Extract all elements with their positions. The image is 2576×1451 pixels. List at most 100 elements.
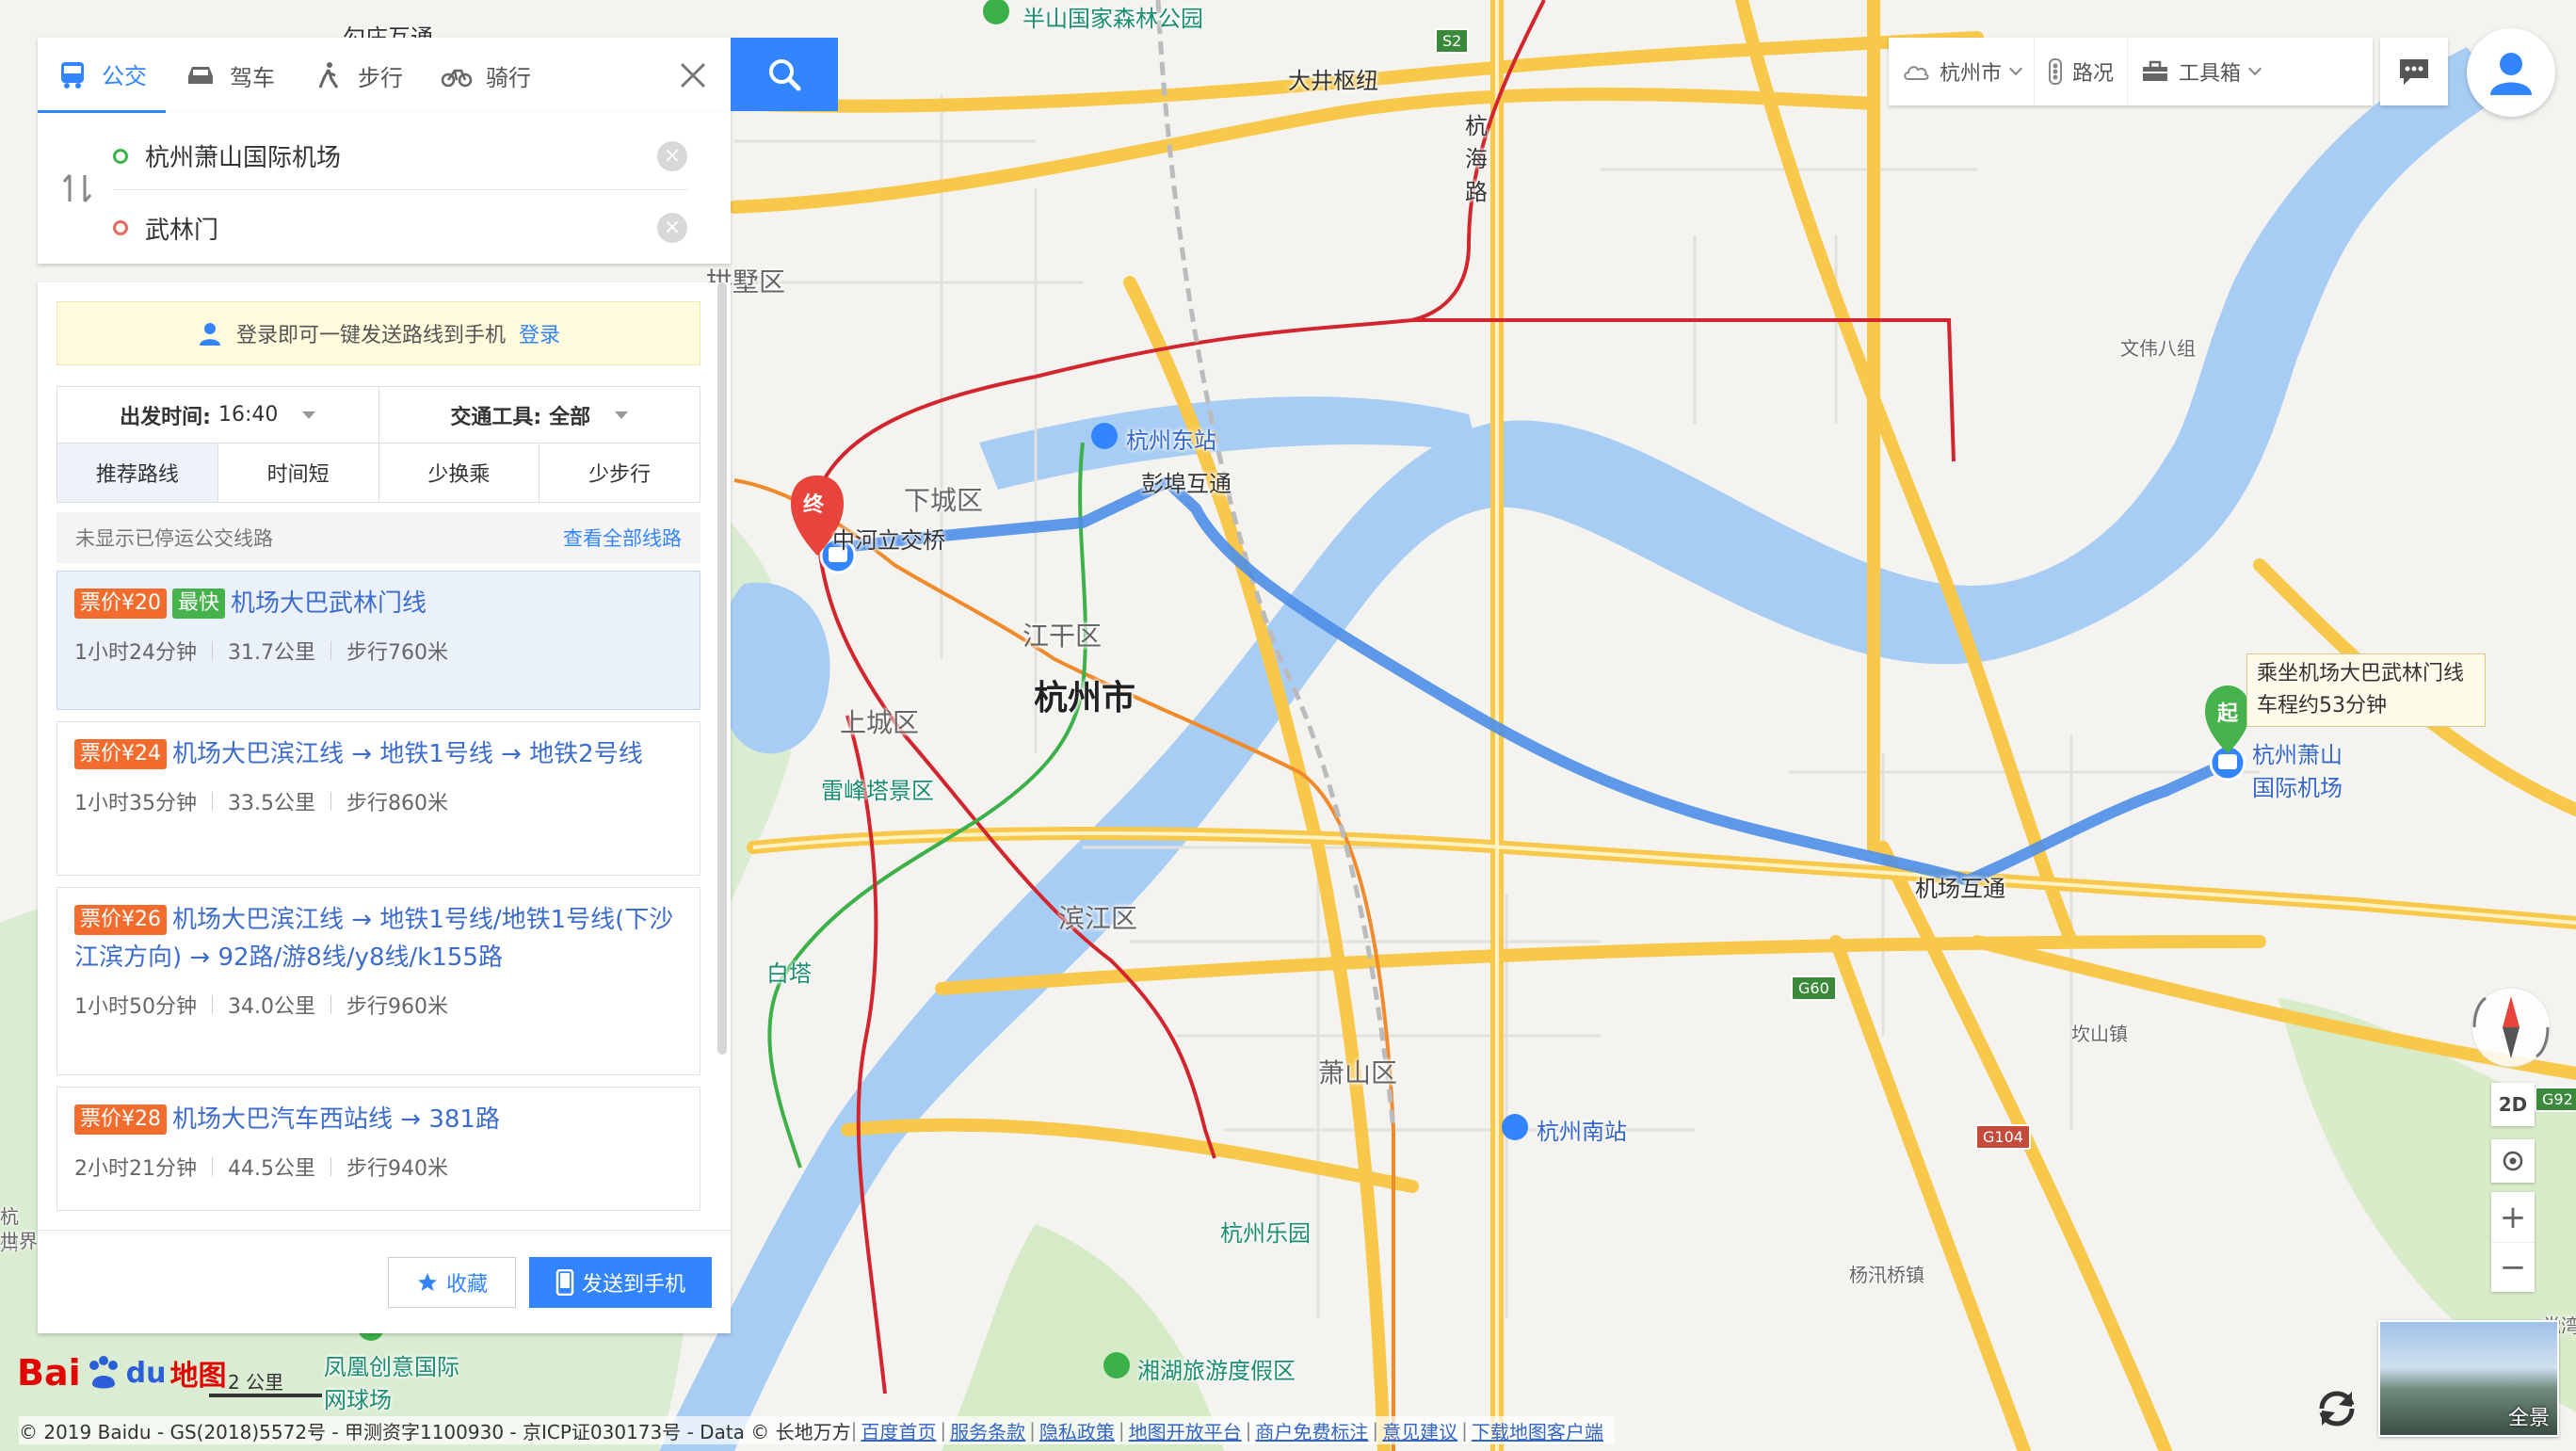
route-distance: 33.5公里	[228, 792, 315, 815]
city-selector[interactable]: 杭州市	[1889, 38, 2034, 105]
avatar[interactable]	[2467, 28, 2555, 117]
tab-bus[interactable]: 公交	[38, 38, 166, 113]
poi-label: 杭州乐园	[1220, 1220, 1311, 1247]
swap-icon[interactable]	[58, 169, 96, 207]
tab-label: 驾车	[230, 64, 275, 91]
start-input[interactable]: 杭州萧山国际机场 ×	[113, 122, 687, 190]
chat-icon	[2400, 59, 2428, 85]
baidu-logo[interactable]: Bai du 地图	[17, 1352, 226, 1394]
refresh-icon[interactable]	[2310, 1382, 2363, 1435]
route-distance: 34.0公里	[228, 995, 315, 1019]
station-icon-east	[1091, 423, 1118, 449]
sort-tab-recommended[interactable]: 推荐路线	[57, 443, 217, 502]
logo-du: du	[125, 1356, 167, 1390]
login-tip: 登录即可一键发送路线到手机 登录	[56, 301, 700, 365]
route-walk: 步行860米	[346, 792, 448, 815]
route-option[interactable]: 票价¥28 机场大巴汽车西站线 → 381路 2小时21分钟 44.5公里 步行940…	[56, 1087, 700, 1211]
zoom-in-button[interactable]: +	[2491, 1192, 2535, 1242]
close-icon[interactable]	[674, 56, 712, 94]
tab-walk[interactable]: 步行	[294, 38, 422, 113]
footer-link[interactable]: 隐私政策	[1039, 1417, 1115, 1444]
road-label: 大井枢纽	[1288, 68, 1378, 94]
poi-label: 杭州南站	[1537, 1119, 1627, 1145]
copyright-text: © 2019 Baidu - GS(2018)5572号 - 甲测资字11009…	[19, 1420, 851, 1443]
tab-label: 骑行	[486, 64, 531, 91]
favorite-button[interactable]: 收藏	[388, 1257, 516, 1308]
poi-label: 杭州东站	[1126, 427, 1216, 454]
results-panel: 登录即可一键发送路线到手机 登录 出发时间: 16:40 交通工具: 全部 推荐…	[38, 282, 731, 1333]
route-option[interactable]: 票价¥20 最快 机场大巴武林门线 1小时24分钟 31.7公里 步行760米	[56, 571, 700, 710]
route-walk: 步行940米	[346, 1157, 448, 1181]
panorama-thumbnail[interactable]: 全景	[2378, 1320, 2559, 1437]
sort-tab-fewest-transfers[interactable]: 少换乘	[378, 443, 539, 502]
stopped-lines-bar: 未显示已停运公交线路 查看全部线路	[56, 512, 700, 563]
search-button[interactable]	[731, 38, 838, 111]
footer-link[interactable]: 地图开放平台	[1129, 1417, 1242, 1444]
phone-icon	[555, 1269, 574, 1296]
toolbox-button[interactable]: 工具箱	[2127, 38, 2273, 105]
stopped-text: 未显示已停运公交线路	[75, 527, 273, 550]
city-label: 杭州市	[1034, 679, 1136, 717]
message-button[interactable]	[2380, 38, 2448, 105]
send-label: 发送到手机	[581, 1273, 685, 1297]
footer-link[interactable]: 百度首页	[861, 1417, 936, 1444]
cloud-icon	[1904, 66, 1929, 80]
district-label: 上城区	[840, 707, 920, 738]
sort-tab-least-walking[interactable]: 少步行	[539, 443, 700, 502]
toolbox-icon	[2143, 60, 2168, 81]
route-duration: 1小时35分钟	[74, 792, 197, 815]
view-2d-button[interactable]: 2D	[2491, 1083, 2535, 1126]
clear-start-icon[interactable]: ×	[657, 140, 687, 171]
poi-label: 白塔	[766, 960, 812, 987]
highway-shield: G92	[2535, 1087, 2576, 1112]
clear-end-icon[interactable]: ×	[657, 213, 687, 243]
end-dot-icon	[113, 220, 128, 235]
route-option[interactable]: 票价¥24 机场大巴滨江线 → 地铁1号线 → 地铁2号线 1小时35分钟 33.5…	[56, 721, 700, 876]
route-inputs: 杭州萧山国际机场 × 武林门 ×	[38, 113, 731, 264]
route-duration: 1小时50分钟	[74, 995, 197, 1019]
chevron-down-icon	[2008, 61, 2023, 76]
zoom-out-button[interactable]: −	[2491, 1242, 2535, 1292]
locate-icon	[2503, 1151, 2523, 1171]
traffic-button[interactable]: 路况	[2034, 38, 2127, 105]
footer-link[interactable]: 意见建议	[1382, 1417, 1457, 1444]
locate-button[interactable]	[2491, 1139, 2535, 1183]
chevron-down-icon	[2247, 61, 2262, 76]
footer-link[interactable]: 下载地图客户端	[1472, 1417, 1603, 1444]
tab-car[interactable]: 驾车	[166, 38, 294, 113]
end-input[interactable]: 武林门 ×	[113, 194, 687, 262]
user-icon	[199, 323, 220, 346]
filters: 出发时间: 16:40 交通工具: 全部 推荐路线 时间短 少换乘 少步行	[56, 386, 700, 503]
start-value: 杭州萧山国际机场	[145, 144, 342, 172]
results-scrollbar[interactable]	[717, 282, 727, 1055]
sort-tab-shortest[interactable]: 时间短	[217, 443, 378, 502]
edge-label: 世界	[0, 1230, 38, 1252]
star-icon	[417, 1273, 437, 1291]
route-distance: 31.7公里	[228, 641, 315, 665]
tab-bike[interactable]: 骑行	[422, 38, 550, 113]
city-label: 杭州市	[1940, 62, 2003, 86]
town-label: 杨汛桥镇	[1849, 1264, 1924, 1286]
tab-label: 公交	[102, 63, 147, 89]
route-title: 机场大巴汽车西站线 → 381路	[172, 1105, 500, 1134]
end-marker-label: 终	[803, 493, 825, 517]
route-option[interactable]: 票价¥26 机场大巴滨江线 → 地铁1号线/地铁1号线(下沙江滨方向) → 92路…	[56, 887, 700, 1075]
user-icon	[2490, 53, 2532, 95]
copyright-bar: © 2019 Baidu - GS(2018)5572号 - 甲测资字11009…	[19, 1416, 1615, 1444]
route-title: 机场大巴滨江线 → 地铁1号线 → 地铁2号线	[172, 740, 643, 768]
panorama-label: 全景	[2507, 1407, 2550, 1430]
view-all-lines-link[interactable]: 查看全部线路	[563, 524, 682, 552]
footer-link[interactable]: 服务条款	[950, 1417, 1025, 1444]
send-to-phone-button[interactable]: 发送到手机	[529, 1257, 712, 1308]
footer-link[interactable]: 商户免费标注	[1255, 1417, 1368, 1444]
login-link[interactable]: 登录	[519, 318, 560, 348]
login-tip-text: 登录即可一键发送路线到手机	[235, 324, 506, 347]
depart-time-select[interactable]: 出发时间: 16:40	[57, 387, 378, 443]
highway-shield: G104	[1975, 1124, 2031, 1150]
route-duration: 2小时21分钟	[74, 1157, 197, 1181]
compass-icon[interactable]	[2467, 983, 2555, 1072]
route-callout: 乘坐机场大巴武林门线 车程约53分钟	[2246, 653, 2486, 727]
district-label: 萧山区	[1318, 1057, 1398, 1088]
transport-mode-select[interactable]: 交通工具: 全部	[378, 387, 700, 443]
highway-shield: S2	[1435, 28, 1470, 54]
